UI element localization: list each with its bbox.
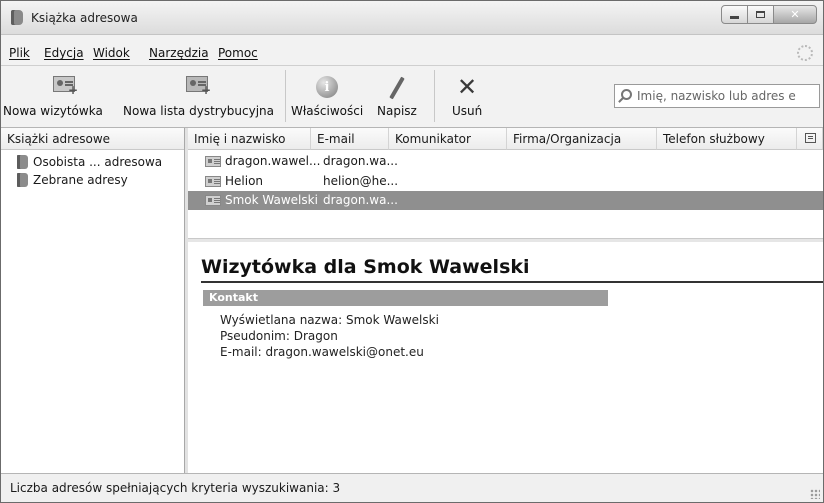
results-list: Imię i nazwisko E-mail Komunikator Firma… [188,128,823,238]
activity-throbber-icon [797,45,813,61]
column-header-messenger[interactable]: Komunikator [389,128,507,150]
search-field[interactable] [614,84,820,108]
menu-file[interactable]: Plik [9,46,30,60]
contact-card-icon [205,195,221,206]
address-book-window: Książka adresowa ✕ Plik Edycja Widok Nar… [0,0,824,503]
new-card-button[interactable]: + Nowa wizytówka [1,66,119,124]
column-picker-button[interactable] [797,128,823,150]
book-icon [17,173,28,187]
toolbar-divider [285,70,286,122]
column-header-email[interactable]: E-mail [311,128,389,150]
menu-tools[interactable]: Narzędzia [149,46,209,60]
resize-grip-icon[interactable] [810,489,820,499]
card-title-underline [201,281,823,283]
column-picker-icon [805,133,816,143]
display-name-value: Wyświetlana nazwa: Smok Wawelski [220,313,439,327]
delete-button[interactable]: ✕ Usuń [441,66,497,124]
row-email: helion@he... [323,174,399,188]
window-controls: ✕ [721,5,817,25]
status-bar: Liczba adresów spełniających kryteria wy… [1,473,823,502]
toolbar: + Nowa wizytówka + Nowa lista dystrybucy… [1,66,823,126]
row-email: dragon.wa... [323,154,398,168]
close-button[interactable]: ✕ [773,5,817,24]
address-books-header[interactable]: Książki adresowe [1,128,184,150]
new-card-label: Nowa wizytówka [3,104,103,118]
address-books-pane: Książki adresowe Osobista ... adresowa Z… [1,128,185,473]
book-icon [17,155,28,169]
row-email: dragon.wa... [323,193,398,207]
book-personal[interactable]: Osobista ... adresowa [17,153,162,171]
new-list-icon: + [186,76,211,98]
menu-bar: Plik Edycja Widok Narzędzia Pomoc [1,44,823,64]
card-view-pane: Wizytówka dla Smok Wawelski Kontakt Wyśw… [188,242,823,473]
search-input[interactable] [637,88,817,104]
menu-edit[interactable]: Edycja [44,46,84,60]
contact-card-icon [205,156,221,167]
toolbar-divider [434,70,435,122]
properties-button[interactable]: i Właściwości [288,66,368,124]
minimize-icon [730,16,739,19]
contact-section-header: Kontakt [203,290,608,306]
book-label: Osobista ... adresowa [33,155,163,169]
new-list-label: Nowa lista dystrybucyjna [123,104,275,118]
nickname-value: Pseudonim: Dragon [220,329,338,343]
row-name: Smok Wawelski [225,193,318,207]
title-bar: Książka adresowa ✕ [1,1,823,35]
book-collected[interactable]: Zebrane adresy [17,171,128,189]
column-header-company[interactable]: Firma/Organizacja [507,128,657,150]
card-title: Wizytówka dla Smok Wawelski [201,256,530,278]
write-label: Napisz [377,104,417,118]
column-header-name[interactable]: Imię i nazwisko [188,128,311,150]
minimize-button[interactable] [721,5,748,24]
status-text: Liczba adresów spełniających kryteria wy… [10,481,341,495]
maximize-icon [756,11,765,18]
pen-icon [385,76,409,100]
maximize-button[interactable] [747,5,774,24]
delete-label: Usuń [452,104,483,118]
search-icon[interactable] [621,89,632,100]
window-title: Książka adresowa [31,11,138,25]
menu-help[interactable]: Pomoc [218,46,258,60]
column-header-work-phone[interactable]: Telefon służbowy [657,128,797,150]
row-name: Helion [225,174,264,188]
book-label: Zebrane adresy [33,173,128,187]
info-icon: i [316,76,340,98]
contact-card-icon [205,176,221,187]
address-book-icon [11,10,23,25]
menu-view[interactable]: Widok [93,46,130,60]
close-icon: ✕ [790,8,800,21]
row-name: dragon.wawel... [225,154,321,168]
delete-x-icon: ✕ [457,73,478,101]
table-row-selected[interactable]: Smok Wawelski dragon.wa... [188,191,823,210]
new-card-icon: + [53,76,78,98]
table-row[interactable]: Helion helion@he... [188,172,823,191]
properties-label: Właściwości [291,104,364,118]
table-row[interactable]: dragon.wawel... dragon.wa... [188,152,823,171]
new-list-button[interactable]: + Nowa lista dystrybucyjna [121,66,283,124]
email-value[interactable]: E-mail: dragon.wawelski@onet.eu [220,345,424,359]
write-button[interactable]: Napisz [371,66,427,124]
